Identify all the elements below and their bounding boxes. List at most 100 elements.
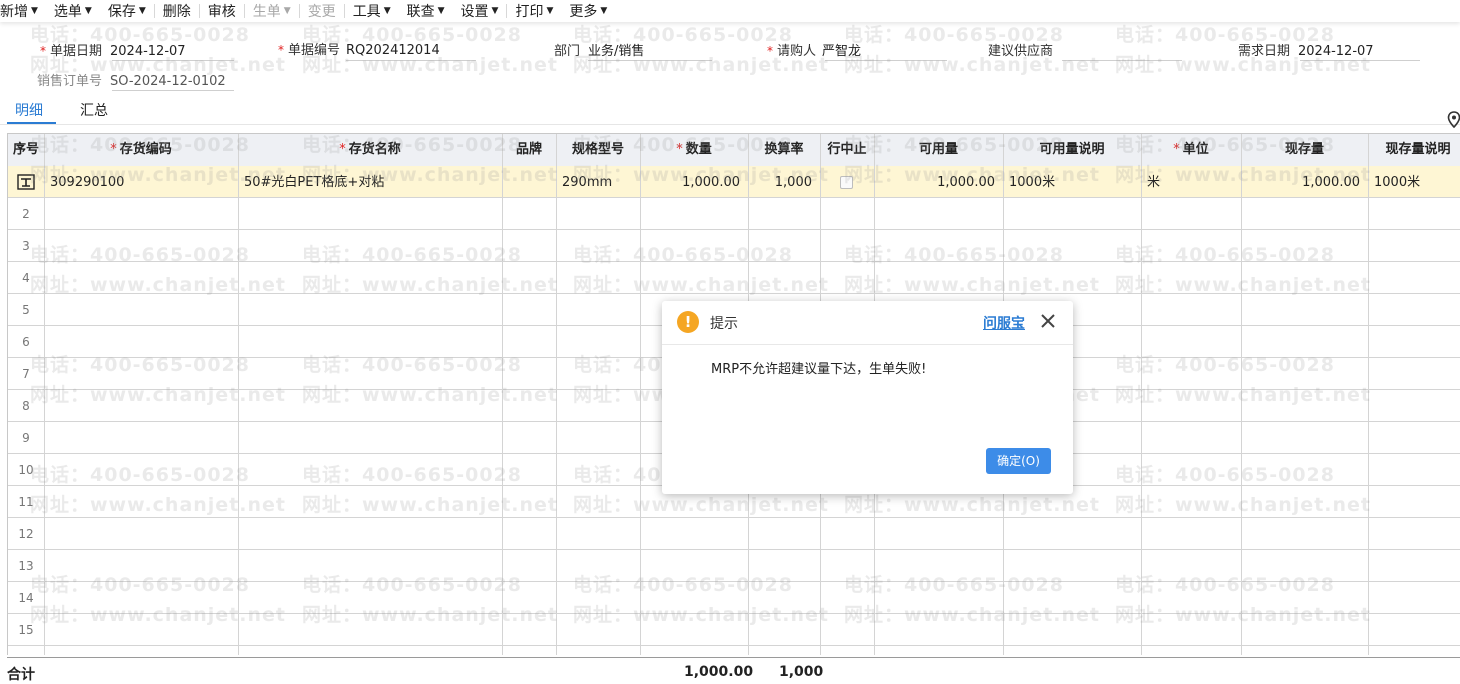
toolbar-add-button[interactable]: 新增 ▼	[0, 2, 46, 20]
row-number: 8	[22, 399, 30, 413]
need-date-label: 需求日期	[1238, 44, 1291, 59]
row-number: 7	[22, 367, 30, 381]
toolbar-delete-button[interactable]: 删除	[155, 2, 199, 20]
toolbar-save-button[interactable]: 保存 ▼	[100, 2, 154, 20]
toolbar-tools-button[interactable]: 工具 ▼	[345, 2, 399, 20]
column-header-avail-note[interactable]: 可用量说明	[1003, 134, 1141, 166]
table-row[interactable]	[8, 614, 1460, 646]
cell-avail[interactable]: 1,000.00	[878, 167, 995, 198]
cell-spec[interactable]: 290mm	[562, 167, 638, 198]
column-header-label: 现存量说明	[1385, 142, 1451, 157]
supplier-field[interactable]: 建议供应商	[988, 40, 1061, 59]
chevron-down-icon: ▼	[84, 6, 92, 16]
column-header-spec[interactable]: 规格型号	[556, 134, 640, 166]
summary-rate: 1,000	[779, 664, 824, 680]
toolbar-change-button[interactable]: 变更	[300, 2, 344, 20]
cell-stock[interactable]: 1,000.00	[1245, 167, 1360, 198]
toolbar-change-label: 变更	[307, 4, 336, 20]
row-number: 3	[22, 239, 30, 253]
toolbar-more-button[interactable]: 更多 ▼	[561, 2, 615, 20]
required-mark: *	[278, 43, 284, 57]
row-number: 15	[18, 623, 34, 637]
toolbar-linked-query-button[interactable]: 联查 ▼	[399, 2, 453, 20]
table-row[interactable]	[8, 262, 1460, 294]
row-number: 13	[18, 559, 34, 573]
required-mark: *	[1173, 142, 1180, 157]
help-link[interactable]: 问服宝	[983, 313, 1025, 333]
column-header-rate[interactable]: 换算率	[748, 134, 820, 166]
row-stopped-checkbox[interactable]	[840, 176, 853, 189]
row-number: 14	[18, 591, 34, 605]
column-header-label: 可用量说明	[1039, 142, 1105, 157]
cell-qty[interactable]: 1,000.00	[644, 167, 740, 198]
toolbar-delete-label: 删除	[162, 4, 191, 20]
need-date-underline	[1300, 60, 1420, 61]
table-row[interactable]	[8, 582, 1460, 614]
sales-order-value: SO-2024-12-0102	[110, 74, 226, 89]
column-divider	[44, 134, 45, 655]
need-date-value: 2024-12-07	[1298, 44, 1374, 59]
requester-field[interactable]: * 请购人 严智龙	[767, 40, 861, 59]
column-header-seq[interactable]: 序号	[8, 134, 44, 166]
column-header-qty[interactable]: * 数量	[640, 134, 748, 166]
dept-label: 部门	[554, 44, 581, 59]
cell-stock-note[interactable]: 1000米	[1374, 167, 1460, 198]
column-divider	[640, 134, 641, 655]
table-row[interactable]	[8, 550, 1460, 582]
doc-no-field[interactable]: * 单据编号 RQ202412014	[278, 39, 440, 58]
column-header-name[interactable]: * 存货名称	[238, 134, 502, 166]
column-header-stopped[interactable]: 行中止	[820, 134, 874, 166]
doc-no-label: 单据编号	[288, 43, 341, 58]
need-date-field[interactable]: 需求日期 2024-12-07	[1238, 40, 1374, 59]
toolbar-settings-button[interactable]: 设置 ▼	[453, 2, 507, 20]
row-insert-icon[interactable]	[17, 174, 35, 190]
cell-name[interactable]: 50#光白PET格底+对粘	[244, 167, 500, 198]
row-number: 5	[22, 303, 30, 317]
column-header-label: 单位	[1182, 142, 1209, 157]
column-header-avail[interactable]: 可用量	[874, 134, 1003, 166]
column-header-stock[interactable]: 现存量	[1241, 134, 1368, 166]
column-header-label: 可用量	[918, 142, 958, 157]
table-row[interactable]	[8, 230, 1460, 262]
column-header-brand[interactable]: 品牌	[502, 134, 556, 166]
cell-rate[interactable]: 1,000	[752, 167, 812, 198]
column-header-stock-note[interactable]: 现存量说明	[1368, 134, 1460, 166]
summary-qty: 1,000.00	[684, 664, 754, 680]
cell-brand[interactable]	[508, 167, 554, 198]
tab-summary[interactable]: 汇总	[80, 100, 108, 120]
tab-divider	[0, 124, 1460, 125]
dept-value: 业务/销售	[588, 44, 645, 59]
table-row[interactable]	[8, 198, 1460, 230]
toolbar-approve-button[interactable]: 审核	[200, 2, 244, 20]
chevron-down-icon: ▼	[546, 6, 554, 16]
dialog-message: MRP不允许超建议量下达，生单失败!	[711, 362, 927, 377]
chevron-down-icon: ▼	[138, 6, 146, 16]
supplier-underline	[1062, 60, 1182, 61]
column-header-code[interactable]: * 存货编码	[44, 134, 238, 166]
toolbar-select-button[interactable]: 选单 ▼	[46, 2, 100, 20]
cell-code[interactable]: 309290100	[50, 167, 236, 198]
location-pin-icon[interactable]	[1446, 111, 1460, 129]
tab-detail[interactable]: 明细	[15, 100, 43, 120]
doc-date-value: 2024-12-07	[110, 44, 186, 59]
close-icon[interactable]	[1039, 312, 1057, 330]
table-row[interactable]	[8, 518, 1460, 550]
column-header-label: 序号	[12, 142, 39, 157]
toolbar-save-label: 保存	[107, 4, 136, 20]
cell-avail-note[interactable]: 1000米	[1009, 167, 1139, 198]
dept-field[interactable]: 部门 业务/销售	[554, 40, 644, 59]
doc-date-field[interactable]: * 单据日期 2024-12-07	[40, 40, 186, 59]
chevron-down-icon: ▼	[600, 6, 608, 16]
chevron-down-icon: ▼	[383, 6, 391, 16]
ok-button[interactable]: 确定(O)	[986, 448, 1051, 474]
row-number: 4	[22, 271, 30, 285]
sales-order-field[interactable]: 销售订单号 SO-2024-12-0102	[37, 70, 226, 89]
toolbar-print-button[interactable]: 打印 ▼	[507, 2, 561, 20]
toolbar-print-label: 打印	[515, 4, 544, 20]
toolbar-generate-label: 生单	[252, 4, 281, 20]
toolbar-generate-button[interactable]: 生单 ▼	[245, 2, 299, 20]
column-divider	[238, 134, 239, 655]
cell-unit[interactable]: 米	[1147, 167, 1239, 198]
doc-date-underline	[112, 60, 234, 61]
column-header-unit[interactable]: * 单位	[1141, 134, 1241, 166]
